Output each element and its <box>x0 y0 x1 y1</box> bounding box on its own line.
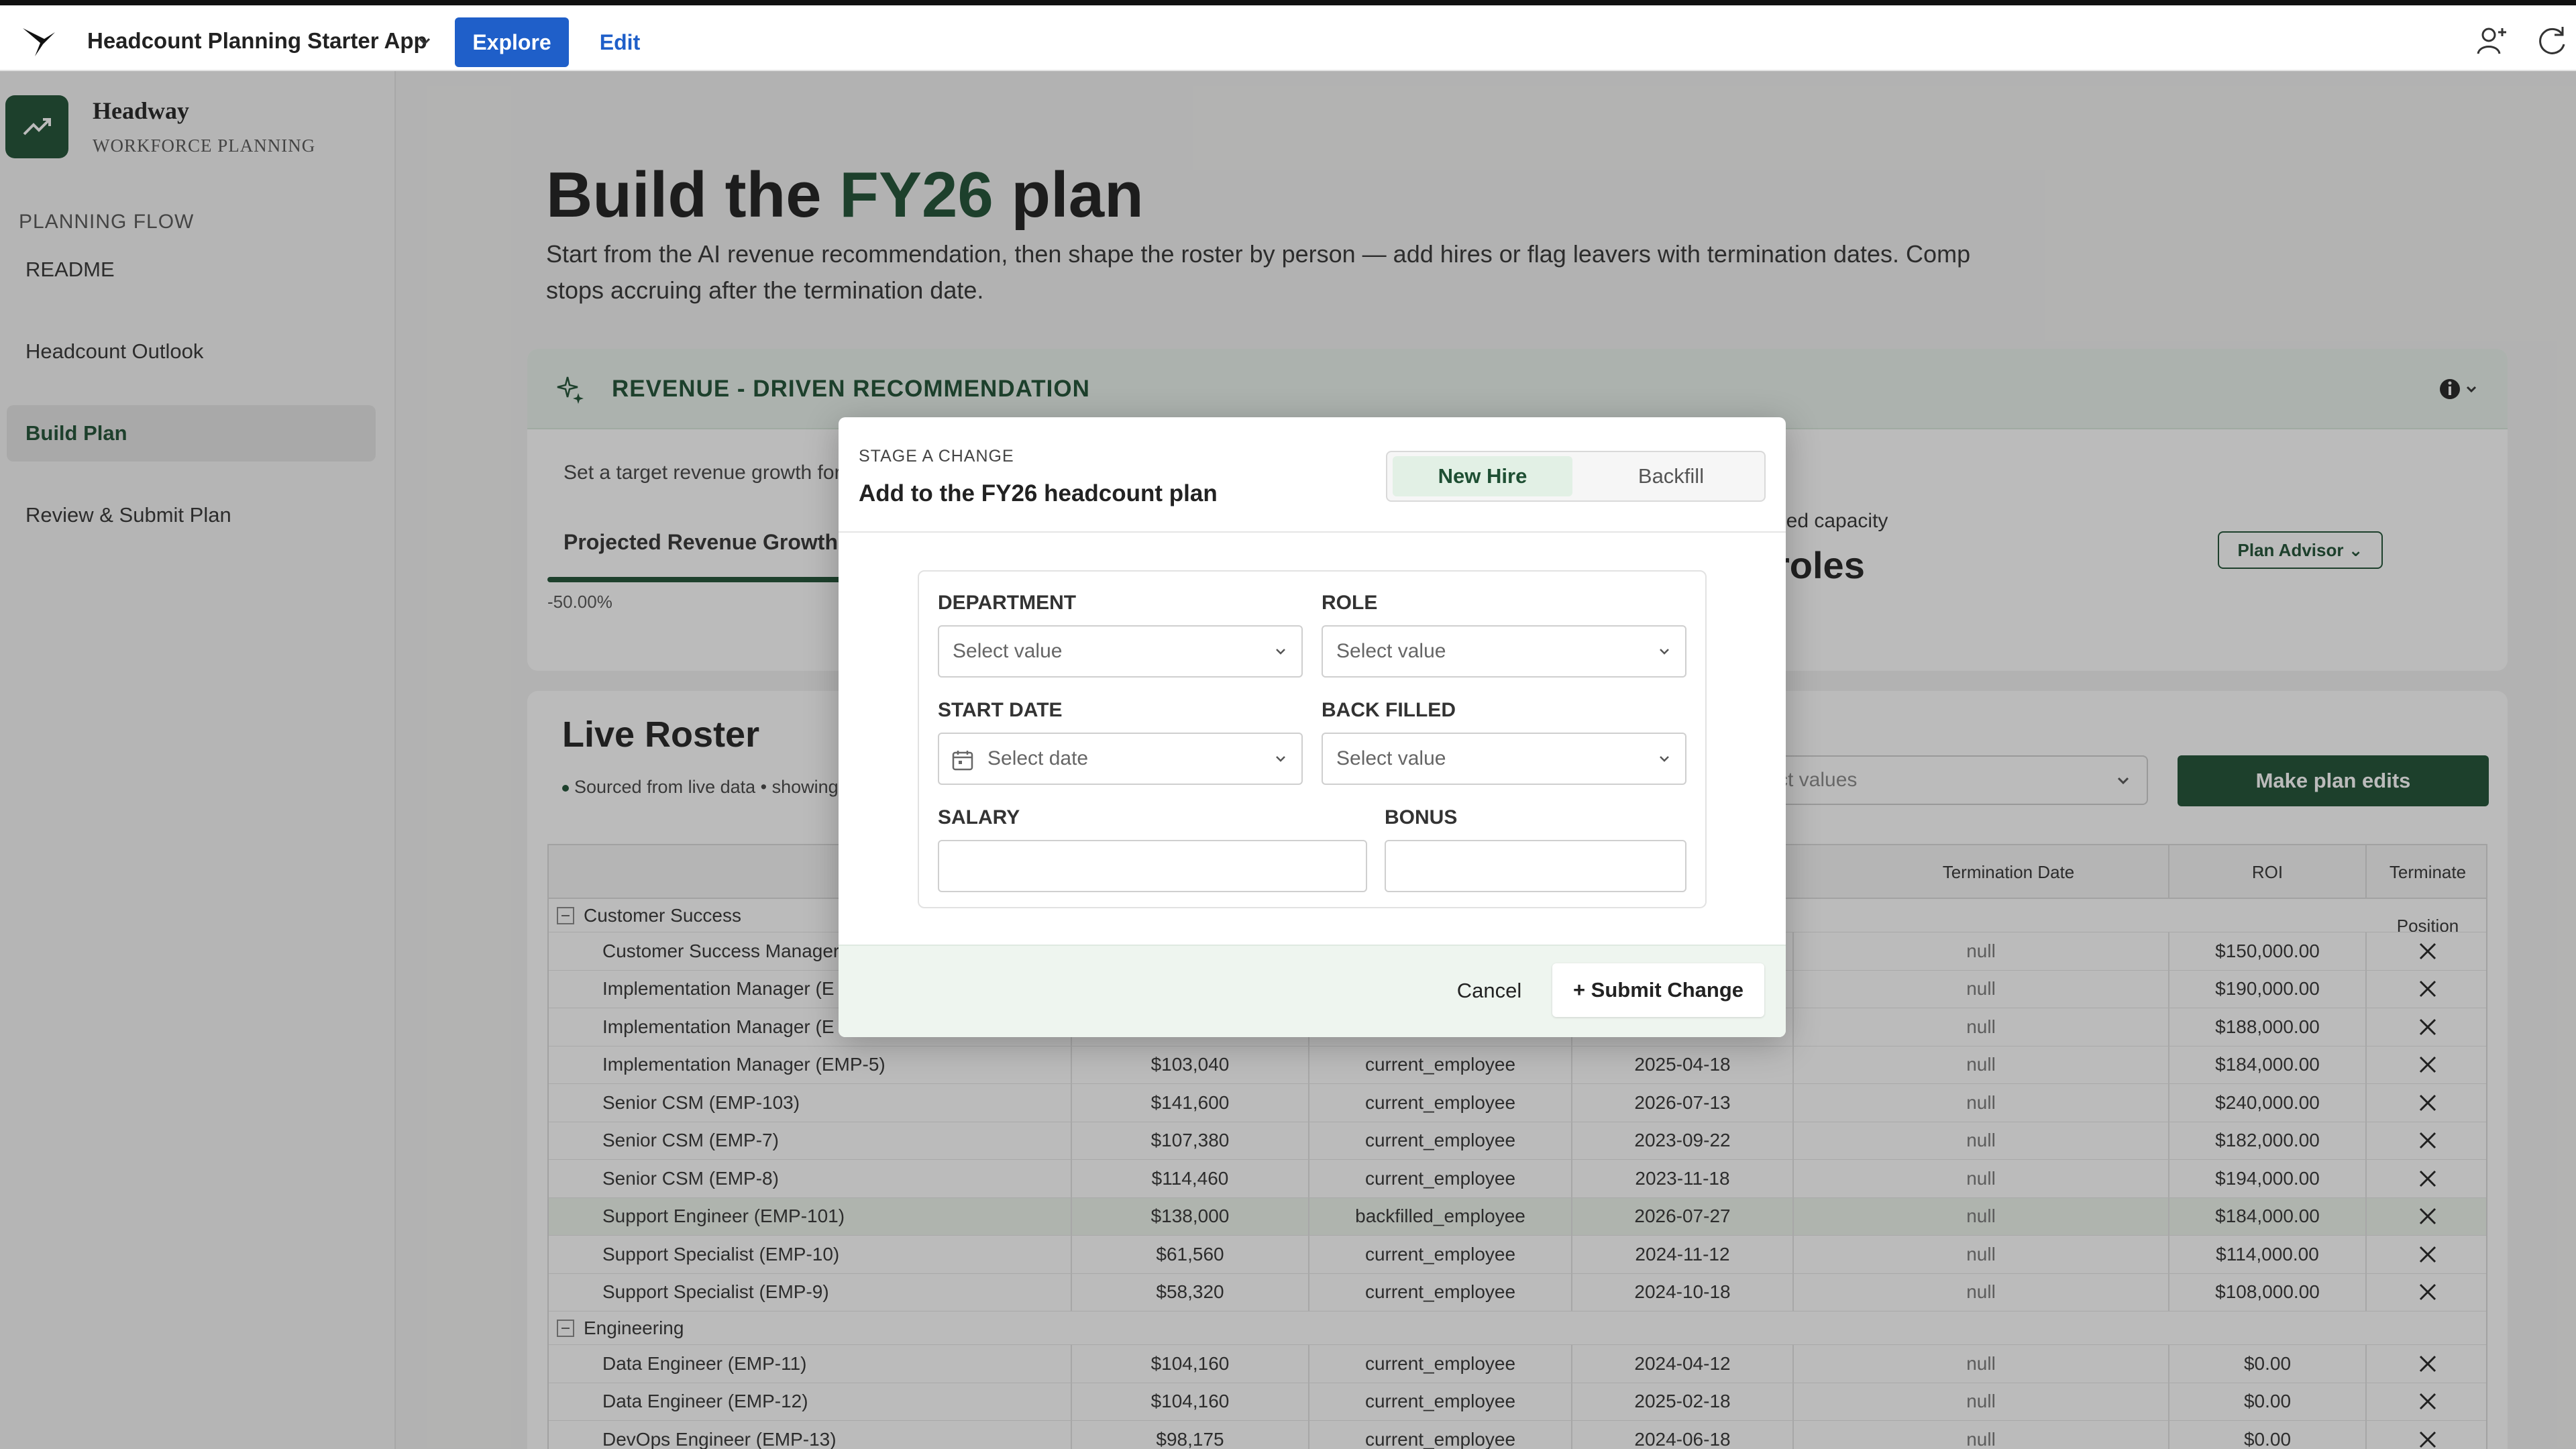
back-filled-label: BACK FILLED <box>1322 699 1456 721</box>
cancel-button[interactable]: Cancel <box>1442 965 1536 1017</box>
chevron-down-icon <box>1276 649 1285 655</box>
stage-change-modal: STAGE A CHANGE Add to the FY26 headcount… <box>839 417 1786 1037</box>
change-type-toggle: New Hire Backfill <box>1386 451 1766 502</box>
salary-label: SALARY <box>938 806 1020 828</box>
edit-button[interactable]: Edit <box>588 17 652 67</box>
department-value: Select value <box>953 640 1063 662</box>
explore-button[interactable]: Explore <box>455 17 569 67</box>
role-label: ROLE <box>1322 592 1378 614</box>
add-user-icon[interactable] <box>2474 23 2510 59</box>
app-title[interactable]: Headcount Planning Starter App <box>87 28 427 54</box>
salary-input[interactable] <box>938 840 1367 892</box>
chevron-down-icon[interactable] <box>416 32 433 50</box>
modal-title: Add to the FY26 headcount plan <box>859 480 1218 506</box>
modal-divider <box>839 531 1786 533</box>
department-label: DEPARTMENT <box>938 592 1077 614</box>
role-select[interactable]: Select value <box>1322 625 1686 678</box>
start-date-value: Select date <box>987 747 1089 769</box>
submit-change-button[interactable]: + Submit Change <box>1552 963 1764 1017</box>
bird-logo-icon[interactable] <box>20 23 58 60</box>
refresh-icon[interactable] <box>2533 23 2569 59</box>
bonus-label: BONUS <box>1385 806 1458 828</box>
modal-footer: Cancel + Submit Change <box>839 945 1786 1037</box>
start-date-label: START DATE <box>938 699 1063 721</box>
back-filled-value: Select value <box>1336 747 1446 769</box>
chevron-down-icon <box>1660 756 1669 762</box>
calendar-icon <box>952 751 973 771</box>
chevron-down-icon <box>1660 649 1669 655</box>
role-value: Select value <box>1336 640 1446 662</box>
chevron-down-icon <box>1276 756 1285 762</box>
change-form: DEPARTMENT Select value ROLE Select valu… <box>918 570 1707 908</box>
top-bar: Headcount Planning Starter App Explore E… <box>0 0 2576 71</box>
start-date-picker[interactable]: Select date <box>938 733 1303 785</box>
modal-eyebrow: STAGE A CHANGE <box>859 447 1014 466</box>
back-filled-select[interactable]: Select value <box>1322 733 1686 785</box>
new-hire-option[interactable]: New Hire <box>1393 456 1572 496</box>
backfill-option[interactable]: Backfill <box>1582 456 1760 496</box>
bonus-input[interactable] <box>1385 840 1686 892</box>
department-select[interactable]: Select value <box>938 625 1303 678</box>
